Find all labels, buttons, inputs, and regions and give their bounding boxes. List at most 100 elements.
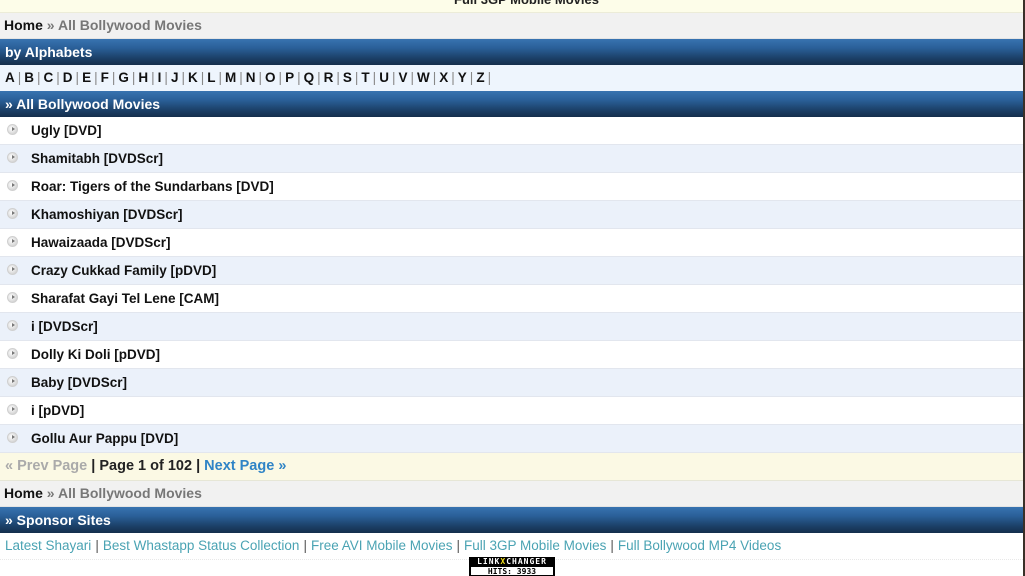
movie-link[interactable]: Sharafat Gayi Tel Lene [CAM] bbox=[31, 285, 219, 312]
alphabet-link-g[interactable]: G bbox=[118, 70, 129, 85]
movie-list: Ugly [DVD] Shamitabh [DVDScr] Roar: Tigers… bbox=[0, 117, 1023, 453]
movie-link[interactable]: Crazy Cukkad Family [pDVD] bbox=[31, 257, 216, 284]
alphabet-link-b[interactable]: B bbox=[24, 70, 34, 85]
breadcrumb: Home » All Bollywood Movies bbox=[0, 13, 1023, 39]
alphabet-link-i[interactable]: I bbox=[158, 70, 162, 85]
alphabet-link-y[interactable]: Y bbox=[458, 70, 467, 85]
alphabet-link-j[interactable]: J bbox=[171, 70, 179, 85]
arrow-bullet-icon bbox=[7, 376, 18, 387]
alphabet-separator: | bbox=[75, 70, 80, 85]
sponsor-link[interactable]: Free AVI Mobile Movies bbox=[311, 538, 453, 553]
alphabet-separator: | bbox=[451, 70, 455, 85]
alphabet-separator: | bbox=[37, 70, 41, 85]
alphabet-separator: | bbox=[297, 70, 301, 85]
movie-link[interactable]: Dolly Ki Doli [pDVD] bbox=[31, 341, 160, 368]
pagination: « Prev Page | Page 1 of 102 | Next Page … bbox=[0, 453, 1023, 481]
arrow-bullet-icon bbox=[7, 264, 18, 275]
alphabet-link-w[interactable]: W bbox=[417, 70, 430, 85]
alphabet-separator: | bbox=[200, 70, 205, 85]
movie-link[interactable]: Roar: Tigers of the Sundarbans [DVD] bbox=[31, 173, 274, 200]
sponsor-separator: | bbox=[610, 538, 614, 553]
movie-link[interactable]: Hawaizaada [DVDScr] bbox=[31, 229, 171, 256]
breadcrumb-current: All Bollywood Movies bbox=[57, 17, 202, 33]
breadcrumb-home-link[interactable]: Home bbox=[4, 17, 43, 33]
alphabet-link-p[interactable]: P bbox=[285, 70, 294, 85]
alphabet-separator: | bbox=[278, 70, 283, 85]
alphabet-link-s[interactable]: S bbox=[343, 70, 352, 85]
movie-list-item: Hawaizaada [DVDScr] bbox=[0, 229, 1023, 257]
alphabet-separator: | bbox=[354, 70, 359, 85]
alphabet-link-n[interactable]: N bbox=[246, 70, 256, 85]
pager-separator: | bbox=[91, 458, 96, 474]
linkxchanger-hit-counter[interactable]: LINKXCHANGER HITS: 3933 bbox=[469, 557, 555, 576]
movie-list-item: Crazy Cukkad Family [pDVD] bbox=[0, 257, 1023, 285]
alphabet-separator: | bbox=[391, 70, 396, 85]
movies-heading: » All Bollywood Movies bbox=[0, 91, 1023, 117]
sponsor-link[interactable]: Full Bollywood MP4 Videos bbox=[618, 538, 781, 553]
alphabet-link-l[interactable]: L bbox=[207, 70, 215, 85]
alphabet-link-t[interactable]: T bbox=[361, 70, 369, 85]
alphabet-separator: | bbox=[181, 70, 185, 85]
movie-list-item: Baby [DVDScr] bbox=[0, 369, 1023, 397]
breadcrumb-home-link[interactable]: Home bbox=[4, 485, 43, 501]
arrow-bullet-icon bbox=[7, 124, 18, 135]
movie-link[interactable]: i [pDVD] bbox=[31, 397, 84, 424]
prev-page-link[interactable]: « Prev Page bbox=[5, 458, 87, 474]
sponsor-link[interactable]: Best Whastapp Status Collection bbox=[103, 538, 300, 553]
alphabet-link-z[interactable]: Z bbox=[476, 70, 484, 85]
movie-list-item: Dolly Ki Doli [pDVD] bbox=[0, 341, 1023, 369]
movie-link[interactable]: Gollu Aur Pappu [DVD] bbox=[31, 425, 178, 452]
alphabet-link-o[interactable]: O bbox=[265, 70, 276, 85]
alphabet-separator: | bbox=[218, 70, 222, 85]
movie-list-item: Sharafat Gayi Tel Lene [CAM] bbox=[0, 285, 1023, 313]
movie-list-item: Ugly [DVD] bbox=[0, 117, 1023, 145]
sponsor-separator: | bbox=[303, 538, 307, 553]
top-banner: Full 3GP Mobile Movies bbox=[0, 0, 1023, 13]
sponsor-link[interactable]: Full 3GP Mobile Movies bbox=[464, 538, 606, 553]
sponsor-link[interactable]: Latest Shayari bbox=[5, 538, 91, 553]
alphabet-link-m[interactable]: M bbox=[225, 70, 236, 85]
alphabet-link-f[interactable]: F bbox=[101, 70, 109, 85]
alphabet-separator: | bbox=[336, 70, 340, 85]
alphabet-separator: | bbox=[469, 70, 474, 85]
alphabet-link-c[interactable]: C bbox=[44, 70, 54, 85]
movie-link[interactable]: i [DVDScr] bbox=[31, 313, 98, 340]
alphabet-link-e[interactable]: E bbox=[82, 70, 91, 85]
arrow-bullet-icon bbox=[7, 292, 18, 303]
movie-link[interactable]: Ugly [DVD] bbox=[31, 117, 102, 144]
alphabet-separator: | bbox=[164, 70, 168, 85]
sponsor-heading: » Sponsor Sites bbox=[0, 507, 1023, 533]
alphabet-separator: | bbox=[258, 70, 263, 85]
movie-list-item: Khamoshiyan [DVDScr] bbox=[0, 201, 1023, 229]
alphabet-heading: by Alphabets bbox=[0, 39, 1023, 65]
movie-link[interactable]: Shamitabh [DVDScr] bbox=[31, 145, 163, 172]
counter-brand: LINKXCHANGER bbox=[477, 557, 547, 566]
alphabet-link-r[interactable]: R bbox=[324, 70, 334, 85]
alphabet-separator: | bbox=[410, 70, 414, 85]
next-page-link[interactable]: Next Page » bbox=[204, 458, 286, 474]
alphabet-separator: | bbox=[151, 70, 155, 85]
alphabet-link-v[interactable]: V bbox=[398, 70, 407, 85]
arrow-bullet-icon bbox=[7, 208, 18, 219]
page-info: Page 1 of 102 bbox=[99, 458, 193, 474]
sponsor-separator: | bbox=[456, 538, 461, 553]
arrow-bullet-icon bbox=[7, 236, 18, 247]
sponsor-separator: | bbox=[95, 538, 99, 553]
counter-hits: HITS: 3933 bbox=[471, 567, 553, 576]
alphabet-link-d[interactable]: D bbox=[63, 70, 73, 85]
sponsor-links: Latest Shayari | Best Whastapp Status Coll… bbox=[0, 533, 1023, 560]
movie-link[interactable]: Baby [DVDScr] bbox=[31, 369, 127, 396]
arrow-bullet-icon bbox=[7, 320, 18, 331]
alphabet-link-x[interactable]: X bbox=[439, 70, 448, 85]
arrow-bullet-icon bbox=[7, 152, 18, 163]
alphabet-separator: | bbox=[131, 70, 136, 85]
alphabet-link-h[interactable]: H bbox=[138, 70, 148, 85]
alphabet-separator: | bbox=[432, 70, 437, 85]
movie-link[interactable]: Khamoshiyan [DVDScr] bbox=[31, 201, 183, 228]
alphabet-link-u[interactable]: U bbox=[379, 70, 389, 85]
alphabet-link-a[interactable]: A bbox=[5, 70, 15, 85]
alphabet-link-k[interactable]: K bbox=[188, 70, 198, 85]
alphabet-link-q[interactable]: Q bbox=[304, 70, 315, 85]
alphabet-separator: | bbox=[372, 70, 377, 85]
arrow-bullet-icon bbox=[7, 348, 18, 359]
